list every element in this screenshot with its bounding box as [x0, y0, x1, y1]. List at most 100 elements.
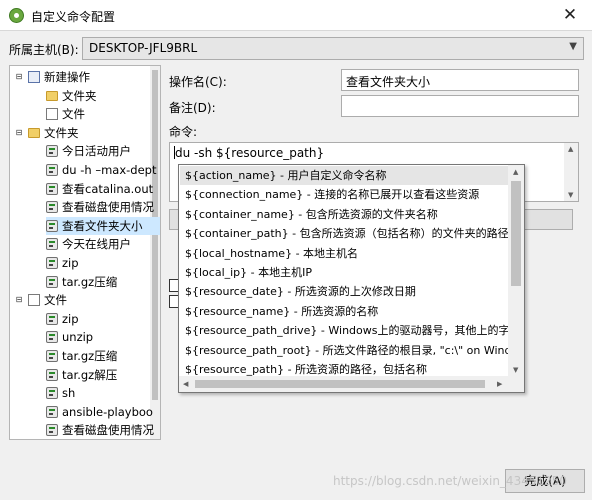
tree-item-label: 文件夹: [44, 125, 79, 140]
tree-item[interactable]: 查看文件夹大小: [46, 216, 160, 235]
suggestion-item[interactable]: ${local_hostname} - 本地主机名: [180, 244, 508, 263]
cmd-icon: [46, 424, 58, 437]
tree-item[interactable]: 查看磁盘使用情况: [10, 198, 154, 216]
tree-item-label: sh: [62, 386, 76, 401]
tree-scrollbar[interactable]: [150, 66, 160, 439]
command-scrollbar[interactable]: ▲ ▼: [564, 143, 578, 201]
suggestion-item[interactable]: ${resource_date} - 所选资源的上次修改日期: [180, 282, 508, 301]
tree-item[interactable]: 今日活动用户: [10, 142, 150, 160]
host-select[interactable]: DESKTOP-JFL9BRL ▼: [82, 37, 584, 60]
tree-item-label: 今日活动用户: [62, 144, 131, 159]
suggestion-list[interactable]: ${action_name} - 用户自定义命令名称 ${connection_n…: [179, 165, 509, 377]
tree-item[interactable]: 文件: [10, 105, 150, 123]
scroll-down-icon[interactable]: ▼: [513, 366, 518, 374]
tree-item[interactable]: ansible-playboo: [10, 403, 153, 421]
cmd-icon: [46, 219, 58, 232]
tree-item[interactable]: 今天在线用户: [10, 235, 150, 253]
suggestion-item[interactable]: ${action_name} - 用户自定义命令名称: [180, 166, 508, 186]
tree-item-label: zip: [62, 256, 79, 270]
tree-item-label: tar.gz压缩: [62, 349, 118, 363]
app-icon: [9, 8, 24, 23]
cmd-icon: [46, 257, 58, 269]
tree-item[interactable]: tar.gz压缩: [10, 347, 150, 365]
tree-scroll-thumb[interactable]: [152, 70, 158, 400]
tree-item-label: unzip: [62, 330, 94, 345]
tree-item[interactable]: 查看磁盘使用情况: [10, 421, 154, 439]
cmd-icon: [46, 350, 58, 362]
tree-item-label: du -h –max-dept: [62, 163, 157, 177]
cmd-icon: [46, 368, 58, 381]
suggestion-item[interactable]: ${connection_name} - 连接的名称已展开以查看这些资源: [180, 185, 508, 204]
tree-item-label: 查看磁盘使用情况: [62, 423, 154, 438]
tree-item[interactable]: ⊟ 文件: [10, 291, 150, 309]
note-label: 备注(D):: [169, 101, 216, 115]
watermark: https://blog.csdn.net/weixin_43451250: [333, 474, 568, 488]
file-icon: [46, 108, 58, 121]
scroll-down-icon[interactable]: ▼: [568, 191, 573, 199]
tree-item[interactable]: ⊟ 新建操作: [10, 68, 150, 86]
tree-item[interactable]: zip: [10, 254, 150, 272]
op-name-input[interactable]: 查看文件夹大小: [341, 69, 579, 91]
host-label: 所属主机(B):: [9, 43, 79, 57]
op-name-label: 操作名(C):: [169, 75, 227, 89]
chevron-down-icon: ▼: [569, 41, 577, 52]
tree-item[interactable]: ⊟ 文件夹: [10, 124, 150, 142]
suggestion-item[interactable]: ${container_path} - 包含所选资源（包括名称）的文件夹的路径: [180, 224, 508, 243]
collapse-toggle-icon[interactable]: ⊟: [14, 124, 24, 142]
collapse-toggle-icon[interactable]: ⊟: [14, 291, 24, 309]
folder-icon: [46, 90, 58, 101]
tree-item-label: tar.gz压缩: [62, 274, 118, 289]
command-text: du -sh ${resource_path}: [175, 146, 325, 160]
tree-item-label: 查看文件夹大小: [62, 218, 143, 233]
newop-icon: [28, 71, 40, 83]
suggestion-item[interactable]: ${local_ip} - 本地主机IP: [180, 263, 508, 282]
popup-horizontal-scrollbar[interactable]: ◀ ▶: [179, 376, 524, 392]
suggestion-item[interactable]: ${resource_path_drive} - Windows上的驱动器号，其…: [180, 321, 508, 340]
cmd-icon: [46, 164, 58, 176]
tree-item[interactable]: 查看catalina.out: [10, 180, 154, 198]
cmd-icon: [46, 238, 58, 251]
cmd-icon: [46, 387, 58, 400]
tree-item[interactable]: sh: [10, 384, 150, 402]
suggestion-item[interactable]: ${resource_name} - 所选资源的名称: [180, 302, 508, 321]
scroll-right-icon[interactable]: ▶: [497, 380, 502, 388]
scroll-up-icon[interactable]: ▲: [568, 145, 573, 153]
variable-autocomplete-popup[interactable]: ${action_name} - 用户自定义命令名称 ${connection_n…: [178, 164, 525, 393]
suggestion-item[interactable]: ${container_name} - 包含所选资源的文件夹名称: [180, 205, 508, 224]
suggestion-item[interactable]: ${resource_path_root} - 所选文件路径的根目录, "c:\…: [180, 341, 508, 360]
tree-item[interactable]: unzip: [10, 328, 150, 346]
cmd-icon: [46, 312, 58, 325]
tree-item[interactable]: zip: [10, 310, 150, 328]
tree-item-label: 查看磁盘使用情况: [62, 200, 154, 215]
tree-item-label: 查看catalina.out: [62, 181, 154, 196]
tree-item-label: ansible-playboo: [62, 404, 153, 419]
popup-scroll-thumb[interactable]: [511, 181, 521, 286]
tree-item-label: 文件夹: [62, 88, 97, 103]
tree-item-label: tar.gz解压: [62, 367, 118, 382]
cmd-icon: [46, 201, 58, 214]
host-value: DESKTOP-JFL9BRL: [89, 41, 198, 55]
command-label: 命令:: [169, 125, 198, 139]
popup-hscroll-thumb[interactable]: [195, 380, 485, 388]
cmd-icon: [46, 182, 58, 195]
tree-item[interactable]: du -h –max-dept: [10, 161, 156, 179]
file-icon: [28, 294, 40, 307]
window-title: 自定义命令配置: [31, 10, 116, 24]
cmd-icon: [46, 405, 58, 418]
scroll-up-icon[interactable]: ▲: [513, 168, 518, 176]
title-bar: 自定义命令配置 ✕: [0, 0, 592, 31]
close-button[interactable]: ✕: [548, 0, 592, 31]
suggestion-item[interactable]: ${resource_path} - 所选资源的路径，包括名称: [180, 360, 508, 377]
tree-item-label: 新建操作: [44, 70, 90, 84]
folder-icon: [28, 127, 40, 138]
tree-item-label: zip: [62, 311, 79, 326]
note-input[interactable]: [341, 95, 579, 117]
tree-item[interactable]: tar.gz解压: [10, 366, 150, 384]
tree-item[interactable]: tar.gz压缩: [10, 273, 150, 291]
scroll-left-icon[interactable]: ◀: [183, 380, 188, 388]
collapse-toggle-icon[interactable]: ⊟: [14, 68, 24, 86]
tree-item[interactable]: 文件夹: [10, 87, 150, 105]
tree-item-label: 今天在线用户: [62, 237, 131, 252]
command-tree[interactable]: ⊟ 新建操作 文件夹 文件 ⊟ 文件夹 今日活动用户 du -h –max-dept 查看cat…: [9, 65, 161, 440]
popup-vertical-scrollbar[interactable]: ▲ ▼: [508, 165, 524, 377]
